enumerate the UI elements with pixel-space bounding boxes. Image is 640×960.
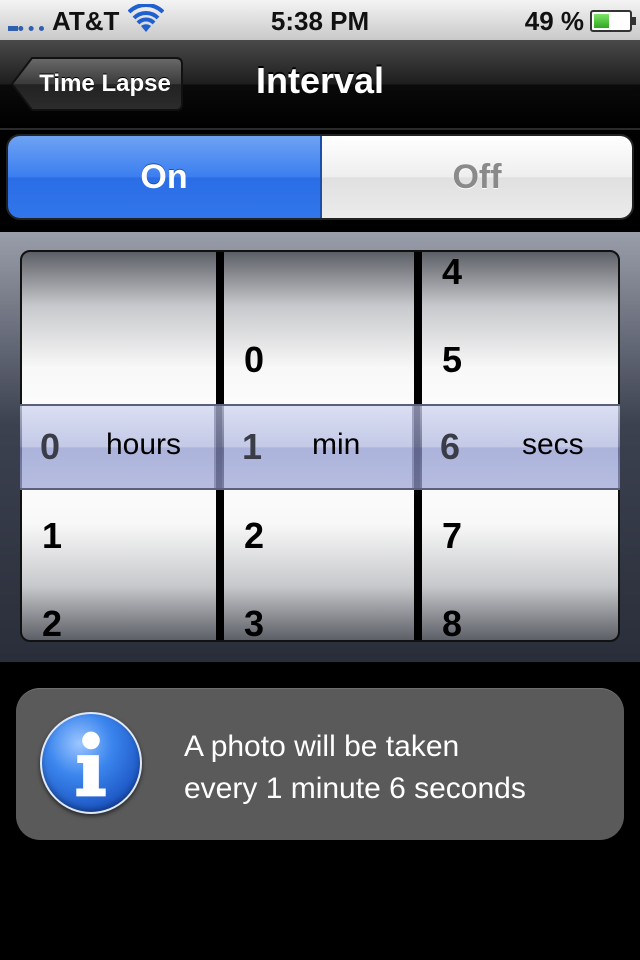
info-message: A photo will be taken every 1 minute 6 s… — [184, 726, 526, 810]
seconds-option[interactable]: 7 — [442, 516, 462, 556]
battery-icon — [590, 10, 636, 32]
info-message-line-1: A photo will be taken — [184, 730, 460, 763]
minutes-option[interactable]: 3 — [244, 604, 264, 641]
on-off-segmented-control: On Off — [6, 134, 634, 220]
info-panel: A photo will be taken every 1 minute 6 s… — [16, 688, 624, 840]
picker-divider — [214, 406, 222, 488]
info-glyph — [76, 731, 106, 797]
picker-divider — [412, 406, 420, 488]
hours-option[interactable]: 1 — [42, 516, 62, 556]
navigation-bar: Time Lapse Interval — [0, 40, 640, 130]
segment-off[interactable]: Off — [322, 136, 632, 218]
selected-minutes-value: 1 — [242, 426, 263, 467]
minutes-option[interactable]: 2 — [244, 516, 264, 556]
selected-seconds: 6 secs — [420, 406, 616, 488]
picker-selection-bar: 0 hours 1 min 6 secs — [20, 404, 620, 490]
hours-option[interactable]: 2 — [42, 604, 62, 641]
seconds-option[interactable]: 8 — [442, 604, 462, 641]
info-icon — [40, 712, 142, 814]
seconds-option[interactable]: 5 — [442, 340, 462, 380]
info-message-line-2: every 1 minute 6 seconds — [184, 772, 526, 805]
minutes-unit-label: min — [312, 428, 361, 461]
status-bar: AT&T 5:38 PM 49 % — [0, 0, 640, 40]
minutes-option[interactable]: 0 — [244, 340, 264, 380]
page-title: Interval — [255, 60, 385, 101]
seconds-unit-label: secs — [522, 428, 584, 461]
selected-hours: 0 hours — [20, 406, 214, 488]
selected-minutes: 1 min — [222, 406, 412, 488]
battery-fill — [594, 14, 609, 28]
selected-hours-value: 0 — [40, 426, 61, 467]
selected-seconds-value: 6 — [440, 426, 461, 467]
seconds-option[interactable]: 4 — [442, 252, 462, 292]
segment-on[interactable]: On — [8, 136, 322, 218]
battery-percent: 49 % — [524, 6, 584, 36]
hours-unit-label: hours — [106, 428, 182, 461]
